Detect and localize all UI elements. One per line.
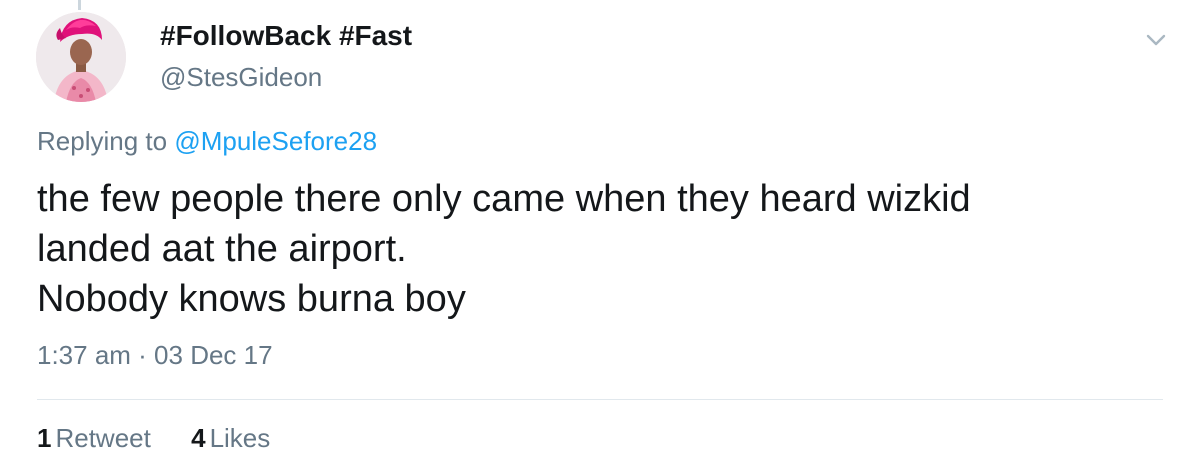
retweet-label: Retweet <box>55 423 151 453</box>
tweet-text-line: the few people there only came when they… <box>37 178 971 220</box>
chevron-down-icon <box>1146 34 1166 46</box>
user-handle[interactable]: @StesGideon <box>160 62 322 93</box>
retweet-count: 1 <box>37 423 52 453</box>
likes-label: Likes <box>209 423 271 453</box>
retweet-count-link[interactable]: 1 Retweet <box>37 423 151 454</box>
likes-count: 4 <box>191 423 206 453</box>
tweet-text: the few people there only came when they… <box>37 174 1157 324</box>
display-name[interactable]: #FollowBack #Fast <box>160 20 412 52</box>
reply-mention-link[interactable]: @MpuleSefore28 <box>174 126 377 156</box>
thread-connector-line <box>78 0 81 10</box>
divider <box>37 399 1163 400</box>
tweet-text-line: landed aat the airport. <box>37 228 407 270</box>
tweet-menu-button[interactable] <box>1142 28 1170 52</box>
avatar-photo <box>36 12 126 102</box>
engagement-stats: 1 Retweet 4 Likes <box>37 423 270 454</box>
tweet-text-line: Nobody knows burna boy <box>37 278 466 320</box>
tweet-timestamp[interactable]: 1:37 am · 03 Dec 17 <box>37 340 273 371</box>
reply-context: Replying to @MpuleSefore28 <box>37 126 377 157</box>
reply-prefix: Replying to <box>37 126 168 156</box>
avatar[interactable] <box>36 12 126 102</box>
likes-count-link[interactable]: 4 Likes <box>191 423 270 454</box>
